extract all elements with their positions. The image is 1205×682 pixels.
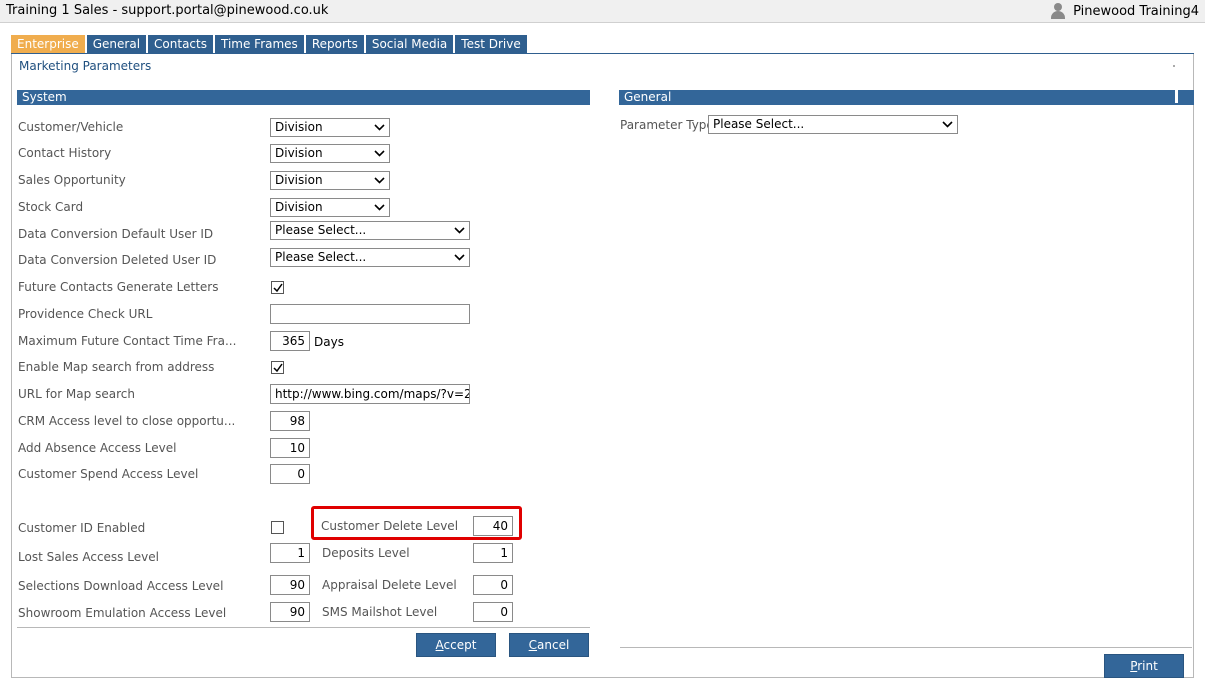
tab-contacts[interactable]: Contacts — [148, 35, 213, 53]
chevron-down-icon — [454, 227, 465, 234]
chevron-down-icon — [454, 254, 465, 261]
stock-card-label: Stock Card — [18, 200, 84, 214]
customer-id-enabled-label: Customer ID Enabled — [18, 521, 146, 535]
stock-card-value: Division — [275, 200, 323, 214]
appraisal-delete-input[interactable]: 0 — [473, 575, 513, 595]
checkmark-icon — [273, 363, 283, 373]
sms-mailshot-label: SMS Mailshot Level — [322, 605, 438, 619]
parameter-type-value: Please Select... — [713, 117, 805, 131]
add-absence-label: Add Absence Access Level — [18, 441, 177, 455]
max-future-contact-label: Maximum Future Contact Time Fra... — [18, 334, 237, 348]
system-divider — [17, 627, 590, 628]
customer-delete-level-input[interactable]: 40 — [473, 516, 513, 536]
deposits-level-label: Deposits Level — [322, 546, 410, 560]
user-name: Pinewood Training4 — [1073, 3, 1199, 19]
cancel-label: ancel — [537, 638, 570, 652]
data-conversion-deleted-user-label: Data Conversion Deleted User ID — [18, 253, 217, 267]
future-contacts-letters-label: Future Contacts Generate Letters — [18, 280, 219, 294]
user-menu[interactable]: Pinewood Training4 — [1051, 3, 1199, 19]
lost-sales-input[interactable]: 1 — [270, 543, 310, 563]
accept-mnemonic: A — [435, 638, 444, 652]
max-future-contact-input[interactable]: 365 — [270, 331, 310, 351]
chevron-down-icon — [374, 177, 385, 184]
crm-access-close-input[interactable]: 98 — [270, 411, 310, 431]
showroom-emulation-input[interactable]: 90 — [270, 602, 310, 622]
parameter-type-label: Parameter Type — [620, 118, 714, 132]
resize-handle[interactable] — [1175, 90, 1178, 103]
contact-history-label: Contact History — [18, 146, 112, 160]
crm-access-close-label: CRM Access level to close opportu... — [18, 414, 236, 428]
stock-card-select[interactable]: Division — [270, 198, 390, 217]
scroll-marker — [1173, 65, 1175, 67]
system-section-header: System — [17, 90, 590, 105]
customer-spend-input[interactable]: 0 — [270, 464, 310, 484]
url-map-search-label: URL for Map search — [18, 387, 135, 401]
title-bar: Training 1 Sales - support.portal@pinewo… — [0, 0, 1205, 23]
url-map-search-input[interactable]: http://www.bing.com/maps/?v=2&w — [270, 384, 470, 404]
checkmark-icon — [273, 283, 283, 293]
customer-spend-label: Customer Spend Access Level — [18, 467, 199, 481]
print-button[interactable]: Print — [1104, 654, 1184, 678]
customer-vehicle-value: Division — [275, 120, 323, 134]
cancel-button[interactable]: Cancel — [509, 633, 589, 657]
add-absence-input[interactable]: 10 — [270, 438, 310, 458]
selections-download-input[interactable]: 90 — [270, 575, 310, 595]
customer-delete-level-label: Customer Delete Level — [321, 519, 459, 533]
chevron-down-icon — [374, 150, 385, 157]
page-title: Marketing Parameters — [19, 59, 152, 73]
data-conversion-default-user-label: Data Conversion Default User ID — [18, 227, 214, 241]
general-divider — [620, 647, 1192, 648]
days-unit-label: Days — [314, 335, 344, 349]
chevron-down-icon — [942, 121, 953, 128]
general-section-header: General — [619, 90, 1194, 105]
customer-vehicle-label: Customer/Vehicle — [18, 120, 124, 134]
sales-opportunity-label: Sales Opportunity — [18, 173, 126, 187]
providence-check-url-label: Providence Check URL — [18, 307, 153, 321]
appraisal-delete-label: Appraisal Delete Level — [322, 578, 457, 592]
window-title: Training 1 Sales - support.portal@pinewo… — [6, 3, 329, 18]
providence-check-url-input[interactable] — [270, 304, 470, 324]
data-conversion-default-user-value: Please Select... — [275, 223, 367, 237]
tab-bar: Enterprise General Contacts Time Frames … — [11, 35, 529, 53]
tab-general[interactable]: General — [86, 35, 147, 53]
enable-map-search-label: Enable Map search from address — [18, 360, 215, 374]
parameter-type-select[interactable]: Please Select... — [708, 115, 958, 134]
data-conversion-deleted-user-value: Please Select... — [275, 250, 367, 264]
sales-opportunity-select[interactable]: Division — [270, 171, 390, 190]
customer-vehicle-select[interactable]: Division — [270, 118, 390, 137]
deposits-level-input[interactable]: 1 — [473, 543, 513, 563]
data-conversion-deleted-user-select[interactable]: Please Select... — [270, 248, 470, 267]
accept-label: ccept — [443, 638, 477, 652]
future-contacts-letters-checkbox[interactable] — [271, 281, 284, 294]
tab-enterprise[interactable]: Enterprise — [11, 35, 85, 53]
chevron-down-icon — [374, 124, 385, 131]
tab-test-drive[interactable]: Test Drive — [455, 35, 527, 53]
tab-reports[interactable]: Reports — [305, 35, 364, 53]
cancel-mnemonic: C — [528, 638, 538, 652]
user-icon — [1051, 3, 1066, 19]
sms-mailshot-input[interactable]: 0 — [473, 602, 513, 622]
lost-sales-label: Lost Sales Access Level — [18, 550, 159, 564]
data-conversion-default-user-select[interactable]: Please Select... — [270, 221, 470, 240]
tab-time-frames[interactable]: Time Frames — [214, 35, 304, 53]
showroom-emulation-label: Showroom Emulation Access Level — [18, 606, 227, 620]
sales-opportunity-value: Division — [275, 173, 323, 187]
chevron-down-icon — [374, 204, 385, 211]
contact-history-value: Division — [275, 146, 323, 160]
print-label: rint — [1137, 659, 1158, 673]
contact-history-select[interactable]: Division — [270, 144, 390, 163]
enable-map-search-checkbox[interactable] — [271, 361, 284, 374]
customer-id-enabled-checkbox[interactable] — [271, 521, 284, 534]
tab-social-media[interactable]: Social Media — [365, 35, 454, 53]
accept-button[interactable]: Accept — [416, 633, 496, 657]
selections-download-label: Selections Download Access Level — [18, 579, 224, 593]
